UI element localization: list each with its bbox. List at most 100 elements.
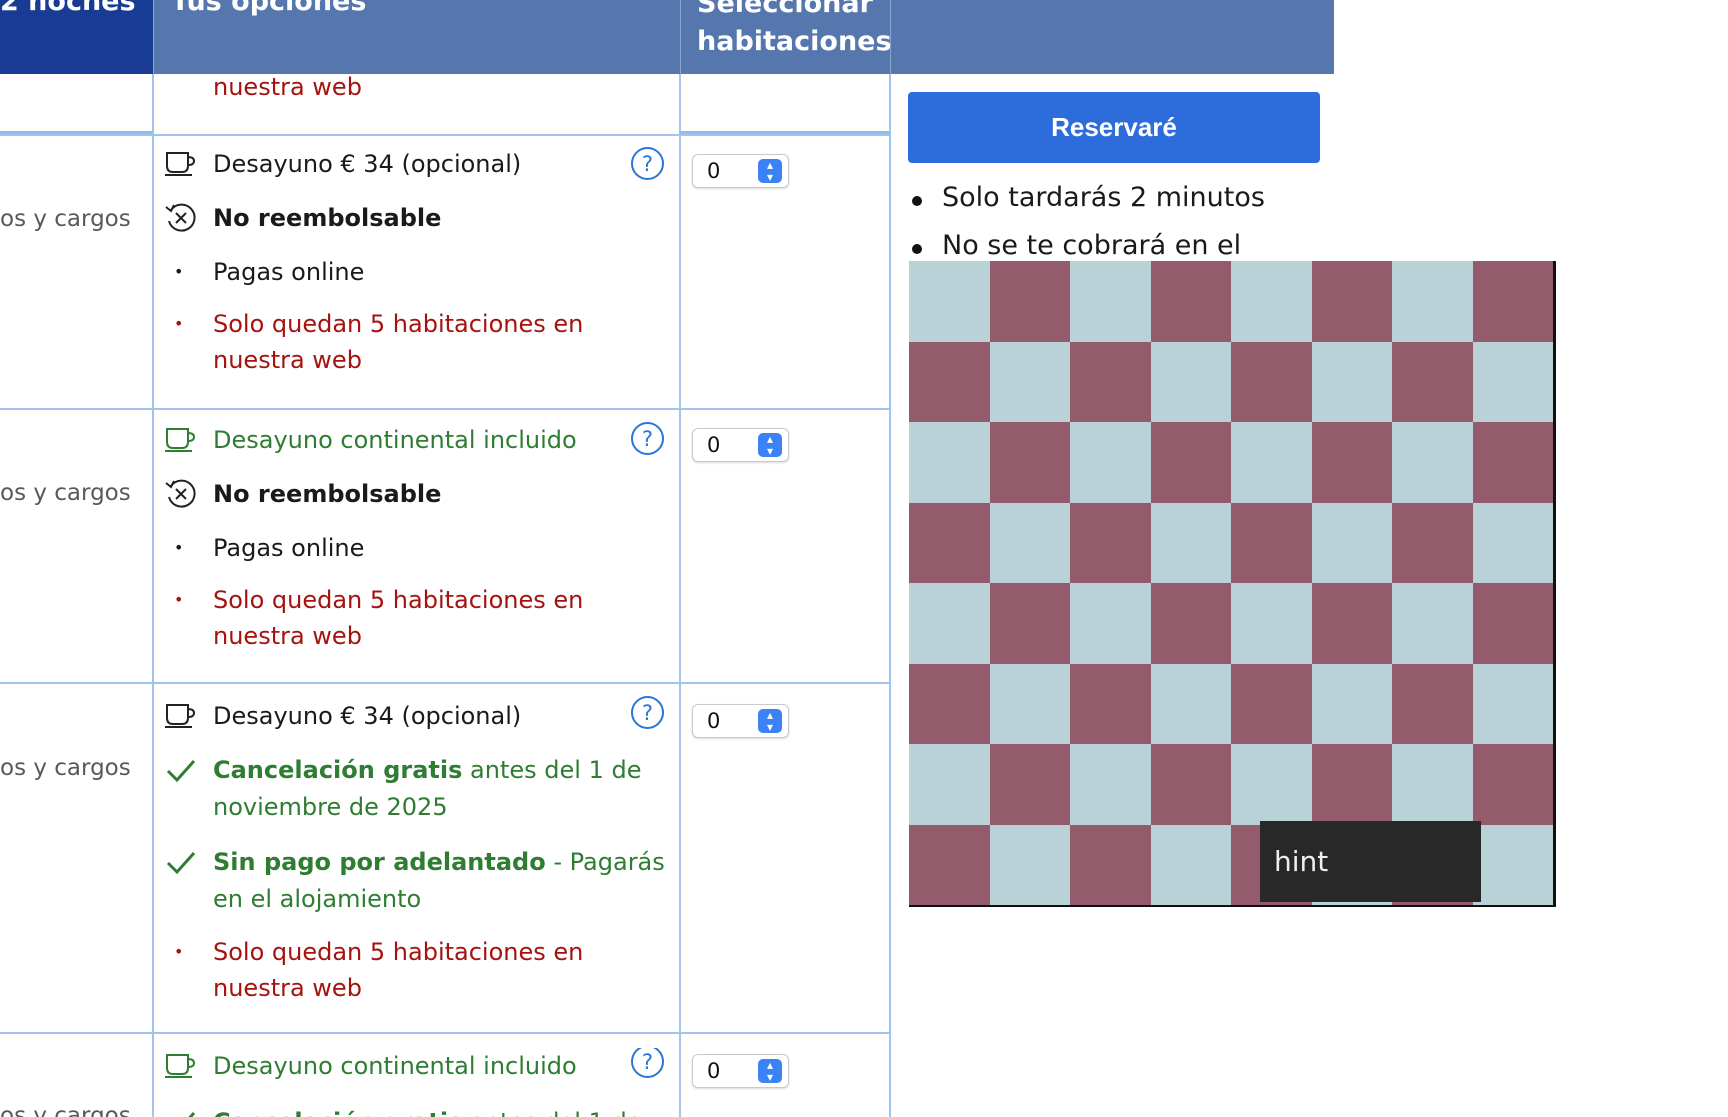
help-icon[interactable]: ? <box>631 1048 664 1078</box>
board-square[interactable] <box>1312 503 1392 583</box>
no-refund-icon <box>165 203 196 232</box>
board-square[interactable] <box>1473 583 1553 664</box>
bullet-icon: • <box>174 262 184 281</box>
board-square[interactable] <box>909 342 990 422</box>
help-icon[interactable]: ? <box>631 696 664 729</box>
board-square[interactable] <box>1473 664 1553 744</box>
board-square[interactable] <box>1151 422 1231 503</box>
checkerboard-overlay[interactable] <box>909 261 1556 907</box>
board-square[interactable] <box>1473 825 1553 905</box>
board-square[interactable] <box>1392 342 1473 422</box>
help-icon[interactable]: ? <box>631 147 664 180</box>
board-square[interactable] <box>1070 503 1151 583</box>
board-square[interactable] <box>1231 664 1312 744</box>
board-square[interactable] <box>1070 261 1151 342</box>
board-square[interactable] <box>1231 261 1312 342</box>
board-square[interactable] <box>1312 261 1392 342</box>
board-square[interactable] <box>1151 664 1231 744</box>
check-icon <box>166 851 196 875</box>
refund-text: No reembolsable <box>213 204 442 232</box>
board-square[interactable] <box>1392 744 1473 825</box>
header-divider <box>890 0 891 74</box>
board-square[interactable] <box>909 422 990 503</box>
board-square[interactable] <box>1151 583 1231 664</box>
board-square[interactable] <box>990 422 1070 503</box>
prepayment-rest: - Pagarás <box>553 848 665 876</box>
board-square[interactable] <box>1473 342 1553 422</box>
board-square[interactable] <box>990 583 1070 664</box>
board-square[interactable] <box>990 261 1070 342</box>
board-square[interactable] <box>1070 583 1151 664</box>
help-icon[interactable]: ? <box>631 422 664 455</box>
board-square[interactable] <box>909 664 990 744</box>
board-square[interactable] <box>1312 342 1392 422</box>
hint-tooltip: hint <box>1260 821 1481 902</box>
prepayment-text-2: en el alojamiento <box>213 885 422 913</box>
cup-icon <box>165 428 196 452</box>
board-square[interactable] <box>1070 664 1151 744</box>
no-refund-icon <box>165 479 196 508</box>
board-square[interactable] <box>1231 744 1312 825</box>
room-quantity-select[interactable]: 0 ▴ ▾ <box>692 704 789 738</box>
row-divider <box>0 134 890 136</box>
row-divider <box>0 408 890 410</box>
booking-page: 2 noches Tus opciones Seleccionar habita… <box>0 0 1728 1117</box>
board-square[interactable] <box>909 503 990 583</box>
board-square[interactable] <box>1070 744 1151 825</box>
header-nights: 2 noches <box>0 0 153 74</box>
board-square[interactable] <box>1151 503 1231 583</box>
reserve-button[interactable]: Reservaré <box>908 92 1320 163</box>
board-square[interactable] <box>1231 342 1312 422</box>
board-square[interactable] <box>990 744 1070 825</box>
board-square[interactable] <box>1231 583 1312 664</box>
board-square[interactable] <box>909 261 990 342</box>
room-quantity-select[interactable]: 0 ▴ ▾ <box>692 154 789 188</box>
room-quantity-select[interactable]: 0 ▴ ▾ <box>692 428 789 462</box>
availability-text: nuestra web <box>213 974 362 1002</box>
board-square[interactable] <box>1392 261 1473 342</box>
board-square[interactable] <box>1312 664 1392 744</box>
board-square[interactable] <box>909 825 990 905</box>
board-square[interactable] <box>1312 744 1392 825</box>
board-square[interactable] <box>909 583 990 664</box>
board-square[interactable] <box>1231 422 1312 503</box>
board-square[interactable] <box>1070 422 1151 503</box>
board-square[interactable] <box>990 342 1070 422</box>
availability-text: nuestra web <box>213 73 362 101</box>
board-square[interactable] <box>1473 261 1553 342</box>
room-quantity-select[interactable]: 0 ▴ ▾ <box>692 1054 789 1088</box>
header-empty <box>890 0 1334 74</box>
board-square[interactable] <box>1392 583 1473 664</box>
board-square[interactable] <box>1231 503 1312 583</box>
board-square[interactable] <box>1392 664 1473 744</box>
bullet-icon: • <box>174 538 184 557</box>
board-square[interactable] <box>1151 261 1231 342</box>
board-square[interactable] <box>990 825 1070 905</box>
bullet-icon <box>912 196 922 206</box>
board-square[interactable] <box>1070 825 1151 905</box>
board-square[interactable] <box>1312 583 1392 664</box>
board-square[interactable] <box>1392 503 1473 583</box>
board-square[interactable] <box>990 503 1070 583</box>
board-square[interactable] <box>1473 744 1553 825</box>
board-square[interactable] <box>1473 422 1553 503</box>
column-divider <box>152 74 154 1117</box>
cup-icon <box>165 152 196 176</box>
availability-text: Solo quedan 5 habitaciones en <box>213 586 584 614</box>
room-option-row: Desayuno € 34 (opcional) ? Cancelación g… <box>164 696 665 1028</box>
board-square[interactable] <box>1392 422 1473 503</box>
board-square[interactable] <box>909 744 990 825</box>
board-square[interactable] <box>1151 825 1231 905</box>
board-square[interactable] <box>1070 342 1151 422</box>
cancellation-bold: Cancelación gratis <box>213 1108 462 1117</box>
list-item-text: Solo tardarás 2 minutos <box>942 182 1265 213</box>
board-square[interactable] <box>990 664 1070 744</box>
board-square[interactable] <box>1151 744 1231 825</box>
cancellation-text-2: noviembre de 2025 <box>213 793 448 821</box>
board-square[interactable] <box>1473 503 1553 583</box>
board-square[interactable] <box>1312 422 1392 503</box>
board-square[interactable] <box>1151 342 1231 422</box>
price-taxes-text: os y cargos <box>0 206 131 232</box>
price-taxes-text: os y cargos <box>0 480 131 506</box>
room-option-row: Desayuno € 34 (opcional) ? No reembolsab… <box>164 146 664 406</box>
